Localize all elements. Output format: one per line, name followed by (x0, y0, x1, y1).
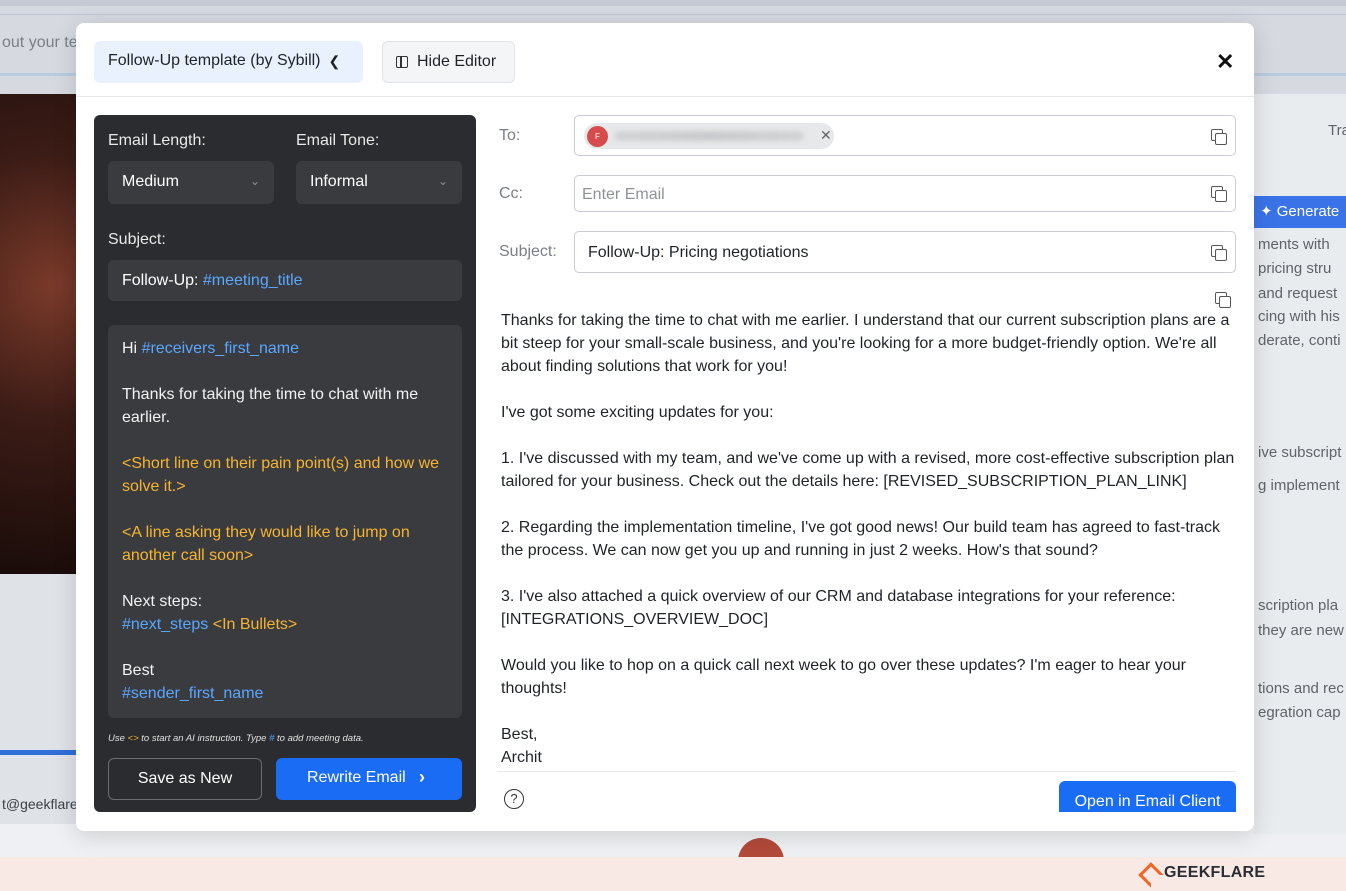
cc-field[interactable]: Enter Email (574, 175, 1236, 212)
save-as-new-button[interactable]: Save as New (108, 758, 262, 800)
greeting-variable: #receivers_first_name (141, 340, 299, 357)
copy-body-icon[interactable] (1215, 292, 1231, 308)
background-right-line: derate, conti (1258, 332, 1341, 349)
background-progress-bar (0, 750, 76, 755)
background-right-line: they are new (1258, 622, 1344, 639)
subject-label: Subject: (108, 231, 166, 248)
remove-recipient-icon[interactable]: ✕ (820, 127, 832, 144)
email-paragraph: Would you like to hop on a quick call ne… (501, 657, 1186, 697)
close-icon[interactable]: ✕ (1216, 49, 1234, 75)
modal-header: Follow-Up template (by Sybill) ❮ Hide Ed… (76, 23, 1254, 97)
recipient-chip[interactable]: F ✕ (584, 123, 834, 149)
template-dropdown[interactable]: Follow-Up template (by Sybill) ❮ (94, 41, 363, 83)
copy-icon[interactable] (1211, 129, 1227, 145)
hide-editor-label: Hide Editor (417, 53, 497, 70)
background-right-line: ive subscript (1258, 444, 1342, 461)
template-subject-input[interactable]: Follow-Up: #meeting_title (108, 260, 462, 301)
template-editor: Email Length: Email Tone: Medium ⌄ Infor… (94, 115, 476, 812)
email-body[interactable]: Thanks for taking the time to chat with … (501, 309, 1241, 769)
email-tone-select[interactable]: Informal ⌄ (296, 161, 462, 204)
ai-instruction: <A line asking they would like to jump o… (122, 524, 410, 564)
brand-logo: GEEKFLARE (1140, 864, 1265, 882)
chevron-down-icon: ⌄ (249, 174, 260, 188)
chevron-down-icon: ❮ (328, 53, 341, 69)
background-divider (0, 14, 1346, 15)
footer-divider (498, 771, 1236, 772)
background-top-strip (0, 0, 1346, 6)
subject-field[interactable]: Follow-Up: Pricing negotiations (574, 231, 1236, 273)
next-steps-variable: #next_steps (122, 616, 209, 633)
avatar: F (587, 126, 608, 147)
signoff-text: Best (122, 662, 155, 679)
email-tone-value: Informal (310, 173, 368, 190)
rewrite-email-button[interactable]: Rewrite Email › (276, 758, 462, 800)
background-generate-button[interactable]: ✦ Generate (1254, 196, 1346, 228)
ai-instruction: <Short line on their pain point(s) and h… (122, 455, 440, 495)
email-paragraph: 3. I've also attached a quick overview o… (501, 588, 1176, 628)
template-dropdown-label: Follow-Up template (by Sybill) (108, 52, 321, 69)
geekflare-logo-icon (1140, 864, 1158, 882)
cc-placeholder: Enter Email (582, 186, 665, 203)
background-left-text: out your te (2, 34, 78, 51)
chevron-right-icon: › (419, 767, 425, 787)
background-right-line: g implement (1258, 477, 1340, 494)
subject-prefix: Follow-Up: (122, 272, 203, 289)
background-right-line: cing with his (1258, 308, 1340, 325)
ai-instruction: <In Bullets> (208, 616, 298, 633)
background-right-line: scription pla (1258, 597, 1339, 614)
background-right-line: pricing stru (1258, 260, 1332, 277)
copy-icon[interactable] (1211, 245, 1227, 261)
email-paragraph: 2. Regarding the implementation timeline… (501, 519, 1220, 559)
subject-label: Subject: (499, 243, 557, 260)
background-left-panel (0, 574, 76, 824)
brand-name: GEEKFLARE (1164, 864, 1266, 881)
rewrite-email-label: Rewrite Email (307, 769, 406, 786)
template-body-input[interactable]: Hi #receivers_first_name Thanks for taki… (108, 325, 462, 718)
background-right-label: Tra (1328, 122, 1346, 139)
background-right-line: tions and rec (1258, 680, 1344, 697)
greeting-text: Hi (122, 340, 142, 357)
email-length-select[interactable]: Medium ⌄ (108, 161, 274, 204)
subject-variable: #meeting_title (202, 272, 303, 289)
email-signature: Archit (501, 749, 542, 766)
cc-label: Cc: (499, 185, 523, 202)
email-tone-label: Email Tone: (296, 132, 380, 149)
to-field[interactable]: F ✕ (574, 115, 1236, 156)
open-in-email-client-button[interactable]: Open in Email Client (1059, 781, 1236, 812)
chevron-down-icon: ⌄ (437, 174, 448, 188)
subject-value: Follow-Up: Pricing negotiations (588, 244, 809, 261)
help-icon[interactable]: ? (504, 789, 524, 809)
email-signoff: Best, (501, 726, 538, 743)
background-video-thumbnail (0, 94, 76, 574)
email-paragraph: I've got some exciting updates for you: (501, 404, 774, 421)
hint-text: Use (108, 733, 128, 744)
background-right-line: egration cap (1258, 704, 1341, 721)
panel-icon (396, 56, 408, 68)
email-paragraph: 1. I've discussed with my team, and we'v… (501, 450, 1235, 490)
next-steps-label: Next steps: (122, 593, 203, 610)
sender-variable: #sender_first_name (122, 685, 264, 702)
background-left-email: t@geekflare (2, 796, 78, 812)
email-modal: Follow-Up template (by Sybill) ❮ Hide Ed… (76, 23, 1254, 831)
email-length-label: Email Length: (108, 132, 206, 149)
to-label: To: (499, 127, 521, 144)
hint-text: to start an AI instruction. Type (138, 733, 270, 744)
editor-hint: Use <> to start an AI instruction. Type … (108, 733, 364, 744)
background-right-line: ments with (1258, 236, 1330, 253)
template-line: Thanks for taking the time to chat with … (122, 386, 419, 426)
hide-editor-button[interactable]: Hide Editor (382, 41, 515, 83)
hint-text: to add meeting data. (274, 733, 364, 744)
background-right-line: and request (1258, 285, 1338, 302)
copy-icon[interactable] (1211, 186, 1227, 202)
hint-ai-symbol: <> (127, 733, 139, 744)
recipient-name-redacted (614, 131, 804, 141)
email-length-value: Medium (122, 173, 179, 190)
email-paragraph: Thanks for taking the time to chat with … (501, 312, 1230, 375)
